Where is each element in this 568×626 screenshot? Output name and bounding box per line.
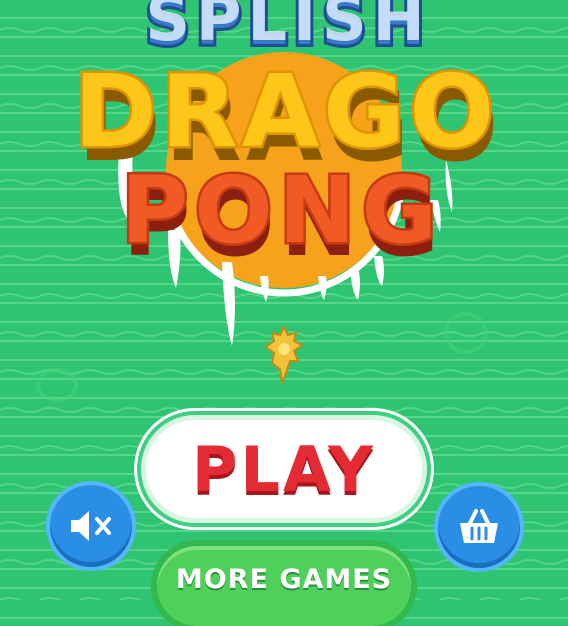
basket-icon xyxy=(460,509,498,543)
title-line-3: PONG xyxy=(121,157,443,264)
dragon-mascot xyxy=(264,325,304,385)
title-line-1-highlight: SPLISH xyxy=(145,0,430,55)
play-button[interactable]: PLAY xyxy=(141,415,427,523)
more-games-button[interactable]: MORE GAMES xyxy=(157,546,411,626)
more-games-label: MORE GAMES xyxy=(175,564,393,595)
shop-button[interactable] xyxy=(438,486,520,568)
background-ring-left xyxy=(36,368,78,402)
game-logo: SPLISH SPLISH DRAGO DRAGO PONG PONG xyxy=(71,0,499,346)
play-button-label: PLAY xyxy=(192,432,376,506)
title-line-2: DRAGO xyxy=(74,53,499,170)
sound-toggle-button[interactable] xyxy=(50,485,132,567)
speaker-muted-icon xyxy=(71,511,111,541)
